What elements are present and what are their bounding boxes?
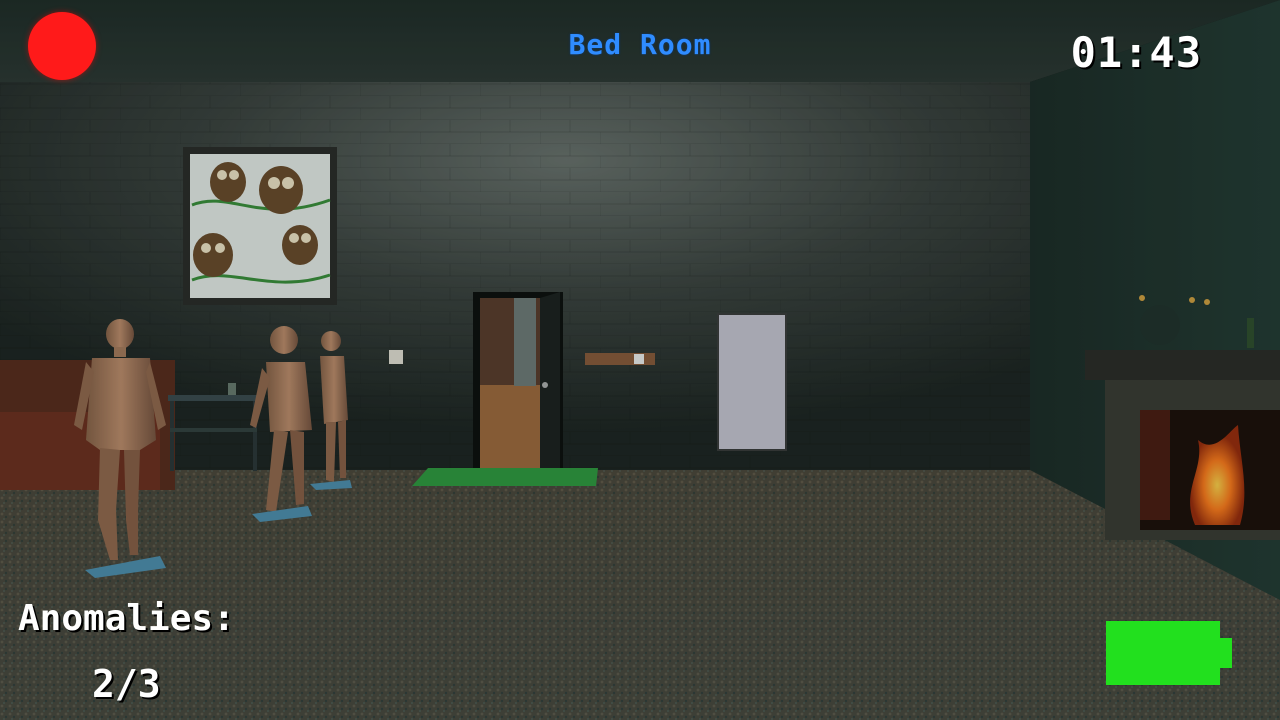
battery-tip xyxy=(1220,638,1232,668)
battery-body xyxy=(1106,621,1220,685)
anomalies-count: 2/3 xyxy=(92,662,161,706)
anomalies-label: Anomalies: xyxy=(18,598,235,639)
timer: 01:43 xyxy=(1070,28,1202,77)
